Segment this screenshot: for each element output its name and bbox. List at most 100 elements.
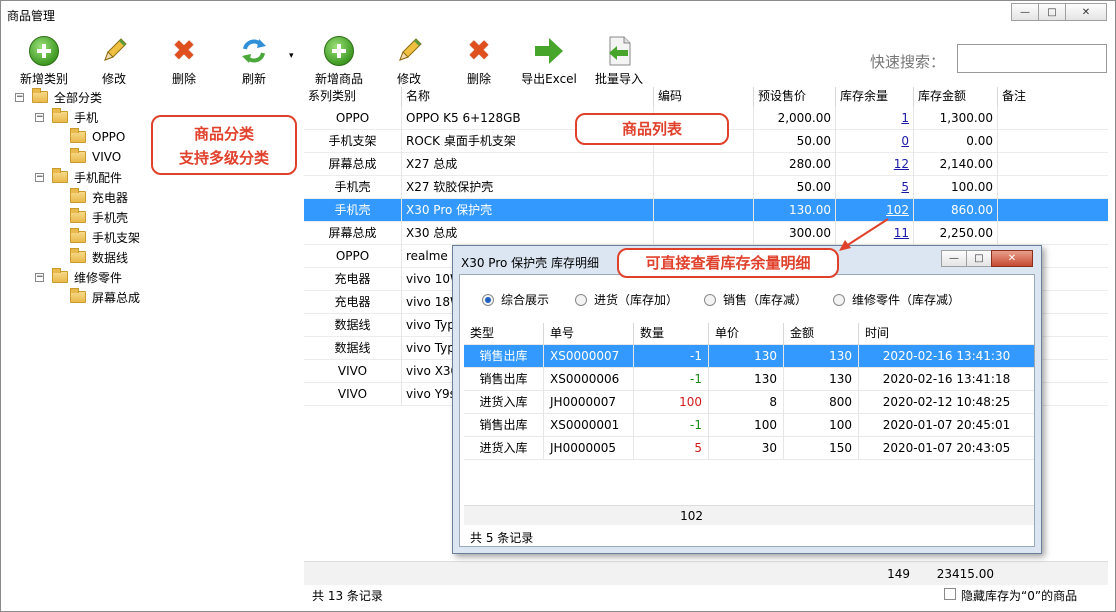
dialog-close-button[interactable]: ✕ bbox=[991, 250, 1033, 267]
stock-qty-link[interactable]: 1 bbox=[901, 111, 909, 125]
cell-stock-qty[interactable]: 5 bbox=[836, 176, 914, 199]
folder-icon bbox=[52, 168, 68, 183]
stock-qty-link[interactable]: 0 bbox=[901, 134, 909, 148]
table-row[interactable]: 手机壳 X27 软胶保护壳 50.00 5 100.00 bbox=[304, 176, 1108, 199]
table-row[interactable]: 销售出库 XS0000006 -1 130 130 2020-02-16 13:41:18 bbox=[464, 368, 1034, 391]
table-row[interactable]: 手机壳 X30 Pro 保护壳 130.00 102 860.00 bbox=[304, 199, 1108, 222]
table-row[interactable]: 进货入库 JH0000005 5 30 150 2020-01-07 20:43:05 bbox=[464, 437, 1034, 460]
header-time[interactable]: 时间 bbox=[859, 323, 1034, 345]
close-icon: ✕ bbox=[1081, 6, 1091, 18]
tree-node-stand[interactable]: 手机支架 bbox=[70, 227, 140, 247]
tree-node-case[interactable]: 手机壳 bbox=[70, 207, 128, 227]
refresh-button[interactable]: 刷新 bbox=[219, 31, 289, 87]
dialog-body: 综合展示 进货（库存加） 销售（库存减） 维修零件（库存减） 类型 单号 数量 … bbox=[459, 274, 1035, 547]
cell-time: 2020-02-16 13:41:18 bbox=[882, 372, 1011, 386]
close-icon: ✕ bbox=[1007, 253, 1017, 264]
cell-stock-qty[interactable]: 12 bbox=[836, 153, 914, 176]
folder-icon bbox=[70, 248, 86, 263]
batch-import-button[interactable]: 批量导入 bbox=[584, 31, 654, 87]
tree-node-phone[interactable]: − 手机 bbox=[35, 107, 98, 127]
header-unit-price[interactable]: 单价 bbox=[709, 323, 784, 345]
hide-zero-checkbox[interactable] bbox=[944, 588, 956, 600]
close-button[interactable]: ✕ bbox=[1065, 3, 1107, 21]
record-count: 共 13 条记录 bbox=[312, 589, 383, 603]
minimize-button[interactable]: — bbox=[1011, 3, 1039, 21]
cell-series: 手机壳 bbox=[304, 176, 402, 199]
collapse-icon[interactable]: − bbox=[35, 272, 44, 282]
export-excel-button[interactable]: 导出Excel bbox=[514, 31, 584, 87]
cell-series: 手机支架 bbox=[304, 130, 402, 153]
tree-node-root[interactable]: − 全部分类 bbox=[15, 87, 102, 107]
tree-node-oppo[interactable]: OPPO bbox=[70, 127, 125, 147]
cell-amount: 130 bbox=[784, 368, 859, 391]
header-price[interactable]: 预设售价 bbox=[754, 87, 836, 107]
tree-node-accessories[interactable]: − 手机配件 bbox=[35, 167, 122, 187]
header-name[interactable]: 名称 bbox=[402, 87, 654, 107]
maximize-button[interactable]: □ bbox=[1038, 3, 1066, 21]
table-row[interactable]: 销售出库 XS0000001 -1 100 100 2020-01-07 20:45:01 bbox=[464, 414, 1034, 437]
header-qty[interactable]: 数量 bbox=[634, 323, 709, 345]
collapse-icon[interactable]: − bbox=[35, 112, 44, 122]
header-stock-qty[interactable]: 库存余量 bbox=[836, 87, 914, 107]
search-label: 快速搜索： bbox=[870, 53, 946, 71]
radio-icon bbox=[704, 293, 717, 306]
stock-qty-link[interactable]: 11 bbox=[894, 226, 909, 240]
radio-purchase[interactable]: 进货（库存加） bbox=[575, 291, 678, 308]
cell-stock-qty[interactable]: 1 bbox=[836, 107, 914, 130]
cell-unit-price: 100 bbox=[709, 414, 784, 437]
delete-product-button[interactable]: ✖ 删除 bbox=[444, 31, 514, 87]
cell-remark bbox=[998, 222, 1108, 245]
header-type[interactable]: 类型 bbox=[464, 323, 544, 345]
table-row[interactable]: 进货入库 JH0000007 100 8 800 2020-02-12 10:48:25 bbox=[464, 391, 1034, 414]
cell-stock-qty[interactable]: 0 bbox=[836, 130, 914, 153]
header-series[interactable]: 系列类别 bbox=[304, 87, 402, 107]
cell-type: 销售出库 bbox=[464, 345, 544, 368]
tree-node-cable[interactable]: 数据线 bbox=[70, 247, 128, 267]
header-order-no[interactable]: 单号 bbox=[544, 323, 634, 345]
edit-product-button[interactable]: 修改 bbox=[374, 31, 444, 87]
header-code[interactable]: 编码 bbox=[654, 87, 754, 107]
add-product-button[interactable]: 新增商品 bbox=[304, 31, 374, 87]
cell-qty: -1 bbox=[634, 414, 709, 437]
table-row[interactable]: 销售出库 XS0000007 -1 130 130 2020-02-16 13:41:30 bbox=[464, 345, 1034, 368]
cell-series: 数据线 bbox=[304, 337, 402, 360]
cell-time: 2020-02-16 13:41:30 bbox=[882, 349, 1011, 363]
header-remark[interactable]: 备注 bbox=[998, 87, 1108, 107]
hide-zero-label: 隐藏库存为“0”的商品 bbox=[961, 589, 1078, 603]
cell-series: OPPO bbox=[304, 245, 402, 268]
stock-qty-link[interactable]: 102 bbox=[886, 203, 909, 217]
header-stock-amount[interactable]: 库存金额 bbox=[914, 87, 998, 107]
stock-qty-link[interactable]: 5 bbox=[901, 180, 909, 194]
dialog-maximize-button[interactable]: □ bbox=[966, 250, 992, 267]
folder-icon bbox=[70, 208, 86, 223]
dropdown-arrow-icon[interactable]: ▾ bbox=[289, 31, 303, 87]
edit-category-button[interactable]: 修改 bbox=[79, 31, 149, 87]
table-row[interactable]: 屏幕总成 X27 总成 280.00 12 2,140.00 bbox=[304, 153, 1108, 176]
tree-node-repair-parts[interactable]: − 维修零件 bbox=[35, 267, 122, 287]
maximize-icon: □ bbox=[1047, 6, 1057, 18]
radio-overview[interactable]: 综合展示 bbox=[482, 291, 549, 308]
tree-node-vivo[interactable]: VIVO bbox=[70, 147, 121, 167]
radio-sales[interactable]: 销售（库存减） bbox=[704, 291, 807, 308]
collapse-icon[interactable]: − bbox=[15, 92, 24, 102]
radio-repair-parts[interactable]: 维修零件（库存减） bbox=[833, 291, 960, 308]
cell-remark bbox=[998, 130, 1108, 153]
tree-node-screen[interactable]: 屏幕总成 bbox=[70, 287, 140, 307]
stock-qty-link[interactable]: 12 bbox=[894, 157, 909, 171]
add-category-button[interactable]: 新增类别 bbox=[9, 31, 79, 87]
collapse-icon[interactable]: − bbox=[35, 172, 44, 182]
table-row[interactable]: 屏幕总成 X30 总成 300.00 11 2,250.00 bbox=[304, 222, 1108, 245]
cell-amount: 130 bbox=[784, 345, 859, 368]
delete-category-button[interactable]: ✖ 删除 bbox=[149, 31, 219, 87]
cell-remark bbox=[998, 107, 1108, 130]
search-input[interactable] bbox=[957, 44, 1107, 73]
cell-series: OPPO bbox=[304, 107, 402, 130]
cell-amount: 100 bbox=[784, 414, 859, 437]
cell-stock-amount: 100.00 bbox=[914, 176, 998, 199]
dialog-minimize-button[interactable]: — bbox=[941, 250, 967, 267]
folder-icon bbox=[52, 268, 68, 283]
tree-node-charger[interactable]: 充电器 bbox=[70, 187, 128, 207]
header-amount[interactable]: 金额 bbox=[784, 323, 859, 345]
cell-code bbox=[654, 176, 754, 199]
cell-unit-price: 8 bbox=[709, 391, 784, 414]
